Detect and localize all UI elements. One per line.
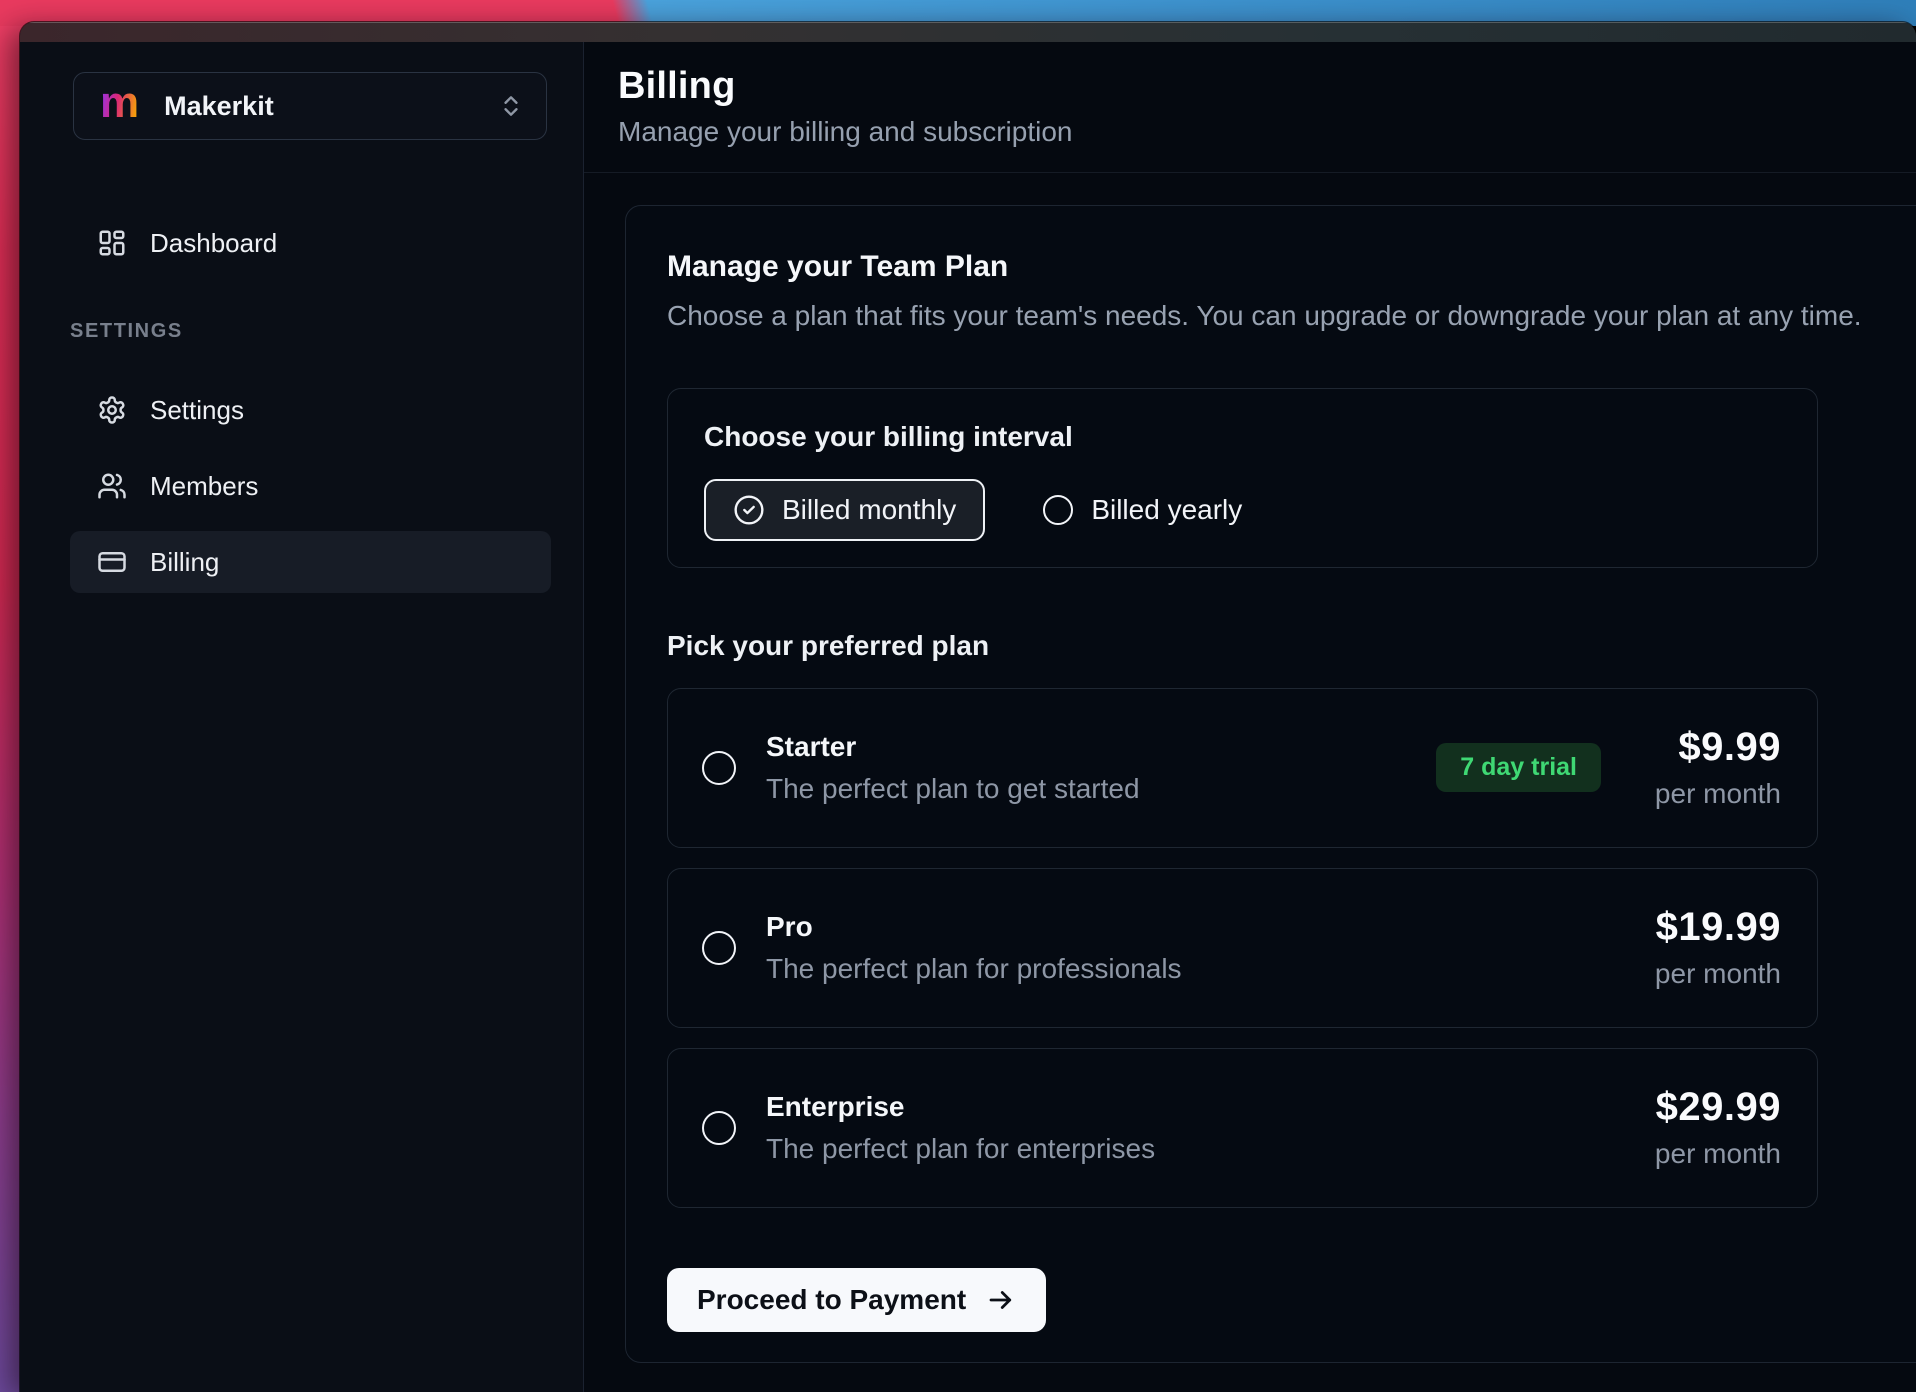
main-content: Billing Manage your billing and subscrip… xyxy=(584,42,1916,1392)
card-title: Manage your Team Plan xyxy=(667,250,1916,284)
sidebar-item-billing[interactable]: Billing xyxy=(70,531,551,593)
plan-picker-label: Pick your preferred plan xyxy=(667,630,1916,662)
billed-monthly-label: Billed monthly xyxy=(782,494,956,526)
billing-interval-group: Choose your billing interval Billed mont… xyxy=(667,388,1818,568)
plan-price-block: $29.99 per month xyxy=(1641,1085,1781,1170)
chevrons-up-down-icon xyxy=(498,93,524,119)
plan-period: per month xyxy=(1641,778,1781,810)
app-window: m Makerkit Dashboard SETTINGS xyxy=(20,22,1916,1392)
trial-badge: 7 day trial xyxy=(1436,743,1601,792)
page-header: Billing Manage your billing and subscrip… xyxy=(584,42,1916,173)
plan-info: Starter The perfect plan to get started xyxy=(766,731,1436,805)
gear-icon xyxy=(97,395,127,425)
radio-circle-icon xyxy=(1043,495,1073,525)
sidebar-item-dashboard[interactable]: Dashboard xyxy=(70,212,551,274)
sidebar-nav: Dashboard SETTINGS Settings Members xyxy=(20,212,583,593)
page-title: Billing xyxy=(618,64,1916,110)
plan-price-block: $9.99 per month xyxy=(1641,725,1781,810)
sidebar-item-members[interactable]: Members xyxy=(70,455,551,517)
proceed-to-payment-label: Proceed to Payment xyxy=(697,1284,966,1316)
card-subtitle: Choose a plan that fits your team's need… xyxy=(667,300,1916,332)
plan-description: The perfect plan to get started xyxy=(766,773,1436,805)
sidebar-item-settings[interactable]: Settings xyxy=(70,379,551,441)
sidebar: m Makerkit Dashboard SETTINGS xyxy=(20,42,584,1392)
radio-circle-icon xyxy=(702,751,736,785)
window-body: m Makerkit Dashboard SETTINGS xyxy=(20,42,1916,1392)
page-content: Manage your Team Plan Choose a plan that… xyxy=(584,173,1916,1392)
plan-info: Enterprise The perfect plan for enterpri… xyxy=(766,1091,1641,1165)
makerkit-logo: m xyxy=(100,81,138,125)
billed-yearly-label: Billed yearly xyxy=(1091,494,1242,526)
plan-name: Pro xyxy=(766,911,1641,943)
credit-card-icon xyxy=(97,547,127,577)
sidebar-item-label: Dashboard xyxy=(150,228,277,259)
circle-check-icon xyxy=(733,494,765,526)
plan-period: per month xyxy=(1641,958,1781,990)
plan-price: $9.99 xyxy=(1641,725,1781,770)
plan-option-starter[interactable]: Starter The perfect plan to get started … xyxy=(667,688,1818,848)
billed-yearly-option[interactable]: Billed yearly xyxy=(1043,494,1242,526)
proceed-to-payment-button[interactable]: Proceed to Payment xyxy=(667,1268,1046,1332)
window-titlebar[interactable] xyxy=(20,22,1916,42)
users-icon xyxy=(97,471,127,501)
desktop: m Makerkit Dashboard SETTINGS xyxy=(0,0,1916,1392)
page-subtitle: Manage your billing and subscription xyxy=(618,116,1916,148)
plan-period: per month xyxy=(1641,1138,1781,1170)
plan-price-block: $19.99 per month xyxy=(1641,905,1781,990)
plan-price: $19.99 xyxy=(1641,905,1781,950)
arrow-right-icon xyxy=(986,1285,1016,1315)
billing-interval-label: Choose your billing interval xyxy=(704,421,1781,453)
plan-name: Enterprise xyxy=(766,1091,1641,1123)
plan-price: $29.99 xyxy=(1641,1085,1781,1130)
sidebar-item-label: Billing xyxy=(150,547,219,578)
plan-option-enterprise[interactable]: Enterprise The perfect plan for enterpri… xyxy=(667,1048,1818,1208)
workspace-name: Makerkit xyxy=(164,91,274,122)
sidebar-section-settings-label: SETTINGS xyxy=(70,320,583,343)
radio-circle-icon xyxy=(702,931,736,965)
layout-dashboard-icon xyxy=(97,228,127,258)
plan-description: The perfect plan for enterprises xyxy=(766,1133,1641,1165)
billed-monthly-option[interactable]: Billed monthly xyxy=(704,479,985,541)
team-plan-card: Manage your Team Plan Choose a plan that… xyxy=(625,205,1916,1363)
sidebar-item-label: Settings xyxy=(150,395,244,426)
plan-option-pro[interactable]: Pro The perfect plan for professionals $… xyxy=(667,868,1818,1028)
radio-circle-icon xyxy=(702,1111,736,1145)
sidebar-item-label: Members xyxy=(150,471,258,502)
plan-name: Starter xyxy=(766,731,1436,763)
plan-info: Pro The perfect plan for professionals xyxy=(766,911,1641,985)
billing-interval-options: Billed monthly Billed yearly xyxy=(704,479,1781,541)
plan-description: The perfect plan for professionals xyxy=(766,953,1641,985)
workspace-selector[interactable]: m Makerkit xyxy=(73,72,547,140)
